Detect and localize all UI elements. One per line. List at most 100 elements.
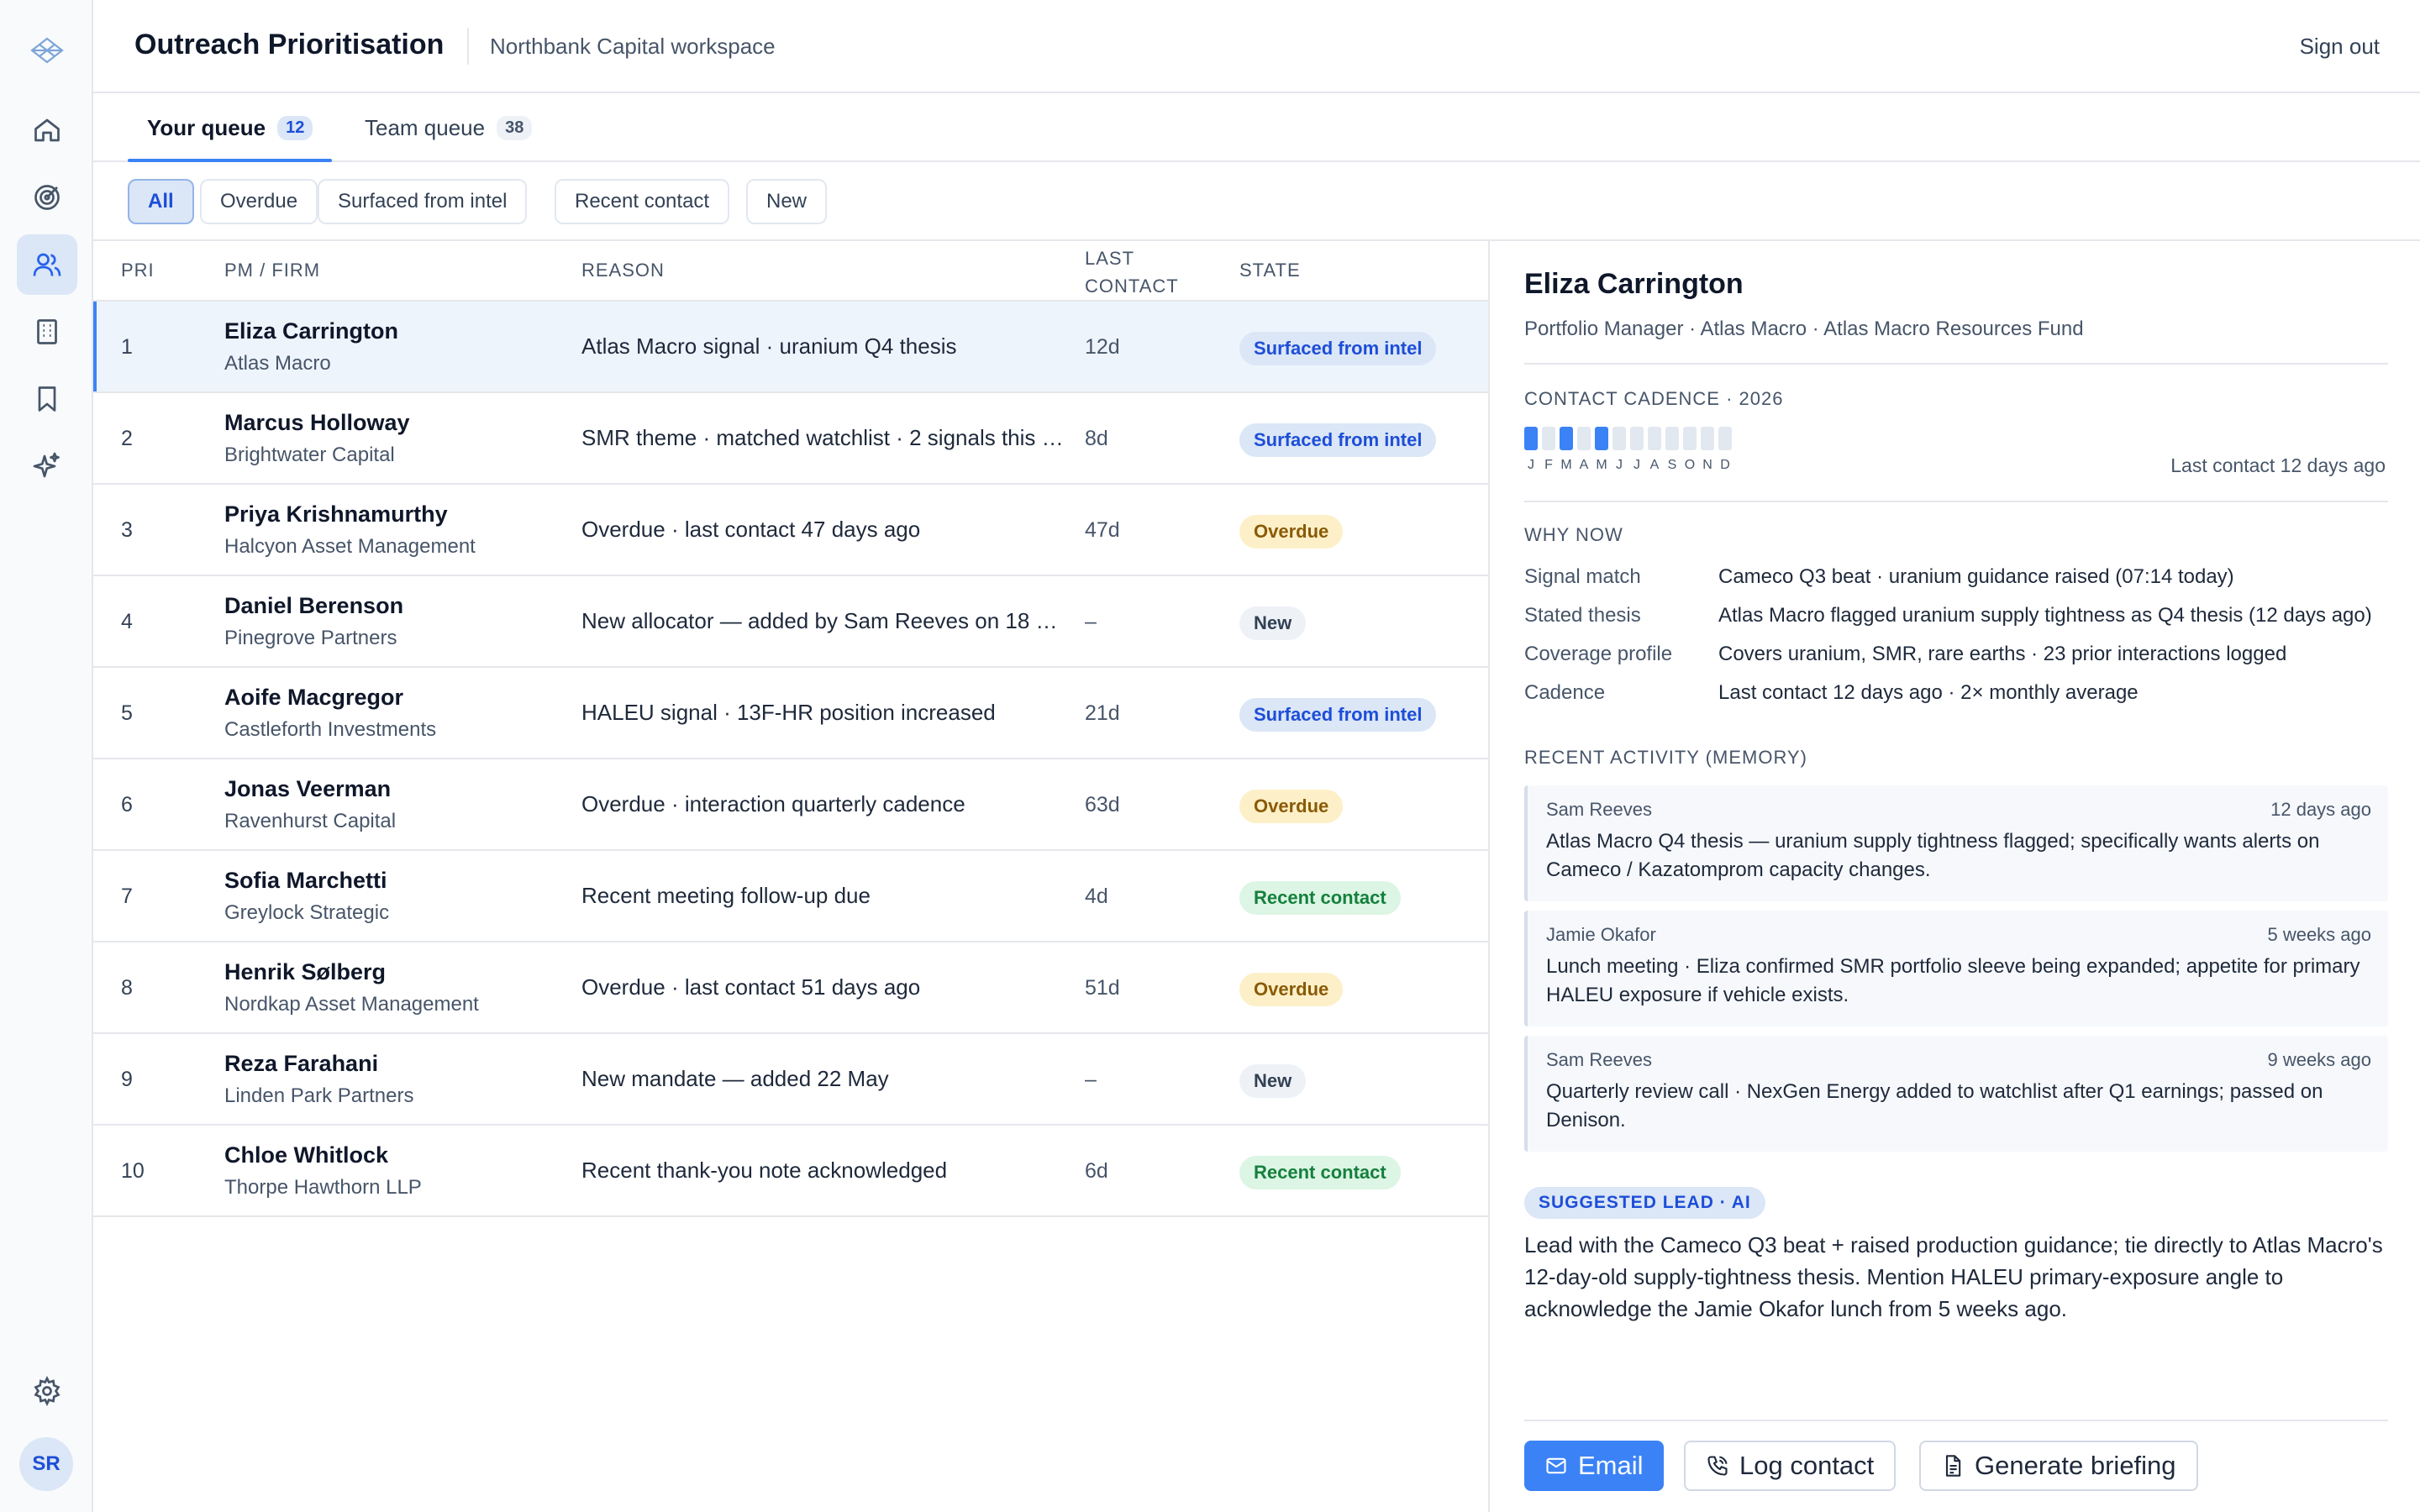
table-row[interactable]: 6 Jonas Veerman Ravenhurst Capital Overdue …: [93, 759, 1488, 851]
column-header-pm-firm[interactable]: PM / FIRM: [224, 260, 320, 281]
cadence-month-label: M: [1596, 458, 1607, 472]
users-icon: [33, 253, 61, 276]
nav-contacts[interactable]: [17, 234, 77, 295]
row-pm-name: Priya Krishnamurthy: [224, 501, 448, 527]
cadence-bar: [1665, 427, 1679, 450]
row-priority: 4: [121, 610, 133, 633]
row-state-badge: Surfaced from intel: [1239, 332, 1437, 365]
cadence-month-label: F: [1544, 458, 1553, 472]
cadence-month-label: O: [1684, 458, 1696, 472]
why-key: Signal match: [1524, 565, 1641, 588]
row-firm-name: Linden Park Partners: [224, 1084, 414, 1107]
why-key: Coverage profile: [1524, 643, 1673, 665]
row-state-badge: New: [1239, 606, 1307, 640]
row-last-contact: 47d: [1085, 518, 1120, 542]
column-header-state[interactable]: STATE: [1239, 260, 1301, 281]
row-firm-name: Thorpe Hawthorn LLP: [224, 1176, 422, 1199]
phone-icon: [1707, 1456, 1728, 1476]
row-pm-name: Eliza Carrington: [224, 318, 399, 344]
row-priority: 6: [121, 793, 133, 816]
why-key: Cadence: [1524, 681, 1606, 704]
row-last-contact: 4d: [1085, 885, 1108, 908]
row-reason: Recent meeting follow-up due: [581, 883, 871, 908]
row-pm-name: Chloe Whitlock: [224, 1142, 388, 1168]
sign-out-link[interactable]: Sign out: [2300, 34, 2380, 60]
row-pm-name: Reza Farahani: [224, 1051, 379, 1076]
row-last-contact: 12d: [1085, 335, 1120, 359]
tab-your-queue[interactable]: Your queue 12: [147, 93, 313, 162]
cadence-month-label: S: [1667, 458, 1677, 472]
cadence-month-label: J: [1634, 458, 1640, 472]
table-row[interactable]: 9 Reza Farahani Linden Park Partners New ma…: [93, 1034, 1488, 1126]
row-state-badge: Recent contact: [1239, 881, 1401, 915]
row-reason: New allocator — added by Sam Reeves on 1…: [581, 608, 1058, 633]
row-priority: 1: [121, 335, 133, 359]
filter-overdue[interactable]: Overdue: [200, 179, 318, 224]
column-header-last-contact[interactable]: LAST CONTACT: [1085, 244, 1186, 300]
gear-icon: [34, 1376, 60, 1406]
nav-saved[interactable]: [17, 369, 77, 429]
left-rail: SR: [0, 0, 93, 1512]
nav-targets[interactable]: [17, 167, 77, 228]
cadence-month-label: J: [1616, 458, 1623, 472]
generate-briefing-button[interactable]: Generate briefing: [1919, 1441, 2198, 1491]
activity-item[interactable]: Sam Reeves 12 days ago Atlas Macro Q4 th…: [1524, 785, 2388, 901]
tab-label: Your queue: [147, 114, 266, 140]
row-pm-name: Henrik Sølberg: [224, 959, 387, 984]
table-row[interactable]: 7 Sofia Marchetti Greylock Strategic Recent…: [93, 851, 1488, 942]
avatar[interactable]: SR: [19, 1437, 73, 1491]
nav-settings[interactable]: [17, 1361, 77, 1421]
row-last-contact: 21d: [1085, 701, 1120, 725]
table-row[interactable]: 10 Chloe Whitlock Thorpe Hawthorn LLP Recen…: [93, 1126, 1488, 1217]
queue-tabs: Your queue 12 Team queue 38: [93, 93, 2420, 162]
table-row[interactable]: 4 Daniel Berenson Pinegrove Partners New al…: [93, 576, 1488, 668]
cadence-month-label: A: [1649, 458, 1660, 472]
filter-new[interactable]: New: [746, 179, 828, 224]
nav-home[interactable]: [17, 100, 77, 160]
top-header: Outreach Prioritisation Northbank Capita…: [93, 0, 2420, 93]
column-header-reason[interactable]: REASON: [581, 260, 665, 281]
row-pm-name: Sofia Marchetti: [224, 868, 387, 893]
row-state-badge: New: [1239, 1064, 1307, 1098]
activity-author: Sam Reeves: [1546, 1049, 1652, 1070]
activity-item[interactable]: Sam Reeves 9 weeks ago Quarterly review …: [1524, 1036, 2388, 1152]
table-row[interactable]: 2 Marcus Holloway Brightwater Capital SMR t…: [93, 393, 1488, 485]
log-contact-button[interactable]: Log contact: [1684, 1441, 1897, 1491]
row-state-badge: Surfaced from intel: [1239, 698, 1437, 732]
row-reason: Atlas Macro signal · uranium Q4 thesis: [581, 333, 957, 359]
suggested-lead-text: Lead with the Cameco Q3 beat + raised pr…: [1524, 1232, 2383, 1321]
cadence-month-label: N: [1702, 458, 1712, 472]
tab-team-queue[interactable]: Team queue 38: [365, 93, 533, 162]
email-button-label: Email: [1578, 1451, 1644, 1480]
nav-ai[interactable]: [17, 436, 77, 496]
email-button[interactable]: Email: [1524, 1441, 1664, 1491]
cadence-bar: [1595, 427, 1608, 450]
column-header-pri[interactable]: PRI: [121, 260, 155, 281]
nav-firms[interactable]: [17, 302, 77, 362]
activity-author: Sam Reeves: [1546, 799, 1652, 820]
table-header: PRI PM / FIRM REASON LAST CONTACT STATE: [93, 241, 1488, 302]
cadence-bar: [1560, 427, 1573, 450]
row-reason: SMR theme · matched watchlist · 2 signal…: [581, 425, 1064, 450]
table-row[interactable]: 1 Eliza Carrington Atlas Macro Atlas Macro …: [93, 302, 1488, 393]
filter-recent-contact[interactable]: Recent contact: [555, 179, 730, 224]
table-row[interactable]: 5 Aoife Macgregor Castleforth Investments H…: [93, 668, 1488, 759]
tab-label: Team queue: [365, 114, 486, 140]
row-priority: 5: [121, 701, 133, 725]
filter-surfaced-from-intel[interactable]: Surfaced from intel: [318, 179, 528, 224]
table-row[interactable]: 8 Henrik Sølberg Nordkap Asset Management O…: [93, 942, 1488, 1034]
row-priority: 10: [121, 1159, 145, 1183]
document-icon: [1945, 1455, 1961, 1477]
activity-item[interactable]: Jamie Okafor 5 weeks ago Lunch meeting ·…: [1524, 911, 2388, 1026]
row-last-contact: –: [1085, 610, 1097, 633]
row-state-badge: Overdue: [1239, 515, 1344, 549]
row-pm-name: Aoife Macgregor: [224, 685, 404, 710]
cadence-month-label: M: [1560, 458, 1572, 472]
table-row[interactable]: 3 Priya Krishnamurthy Halcyon Asset Manage…: [93, 485, 1488, 576]
contact-detail-panel: Eliza Carrington Portfolio Manager · Atl…: [1488, 241, 2420, 1512]
filter-all[interactable]: All: [128, 179, 194, 224]
row-reason: Overdue · interaction quarterly cadence: [581, 791, 965, 816]
row-firm-name: Pinegrove Partners: [224, 627, 397, 649]
why-now-label: WHY NOW: [1524, 524, 1623, 545]
app-logo[interactable]: [28, 34, 66, 67]
